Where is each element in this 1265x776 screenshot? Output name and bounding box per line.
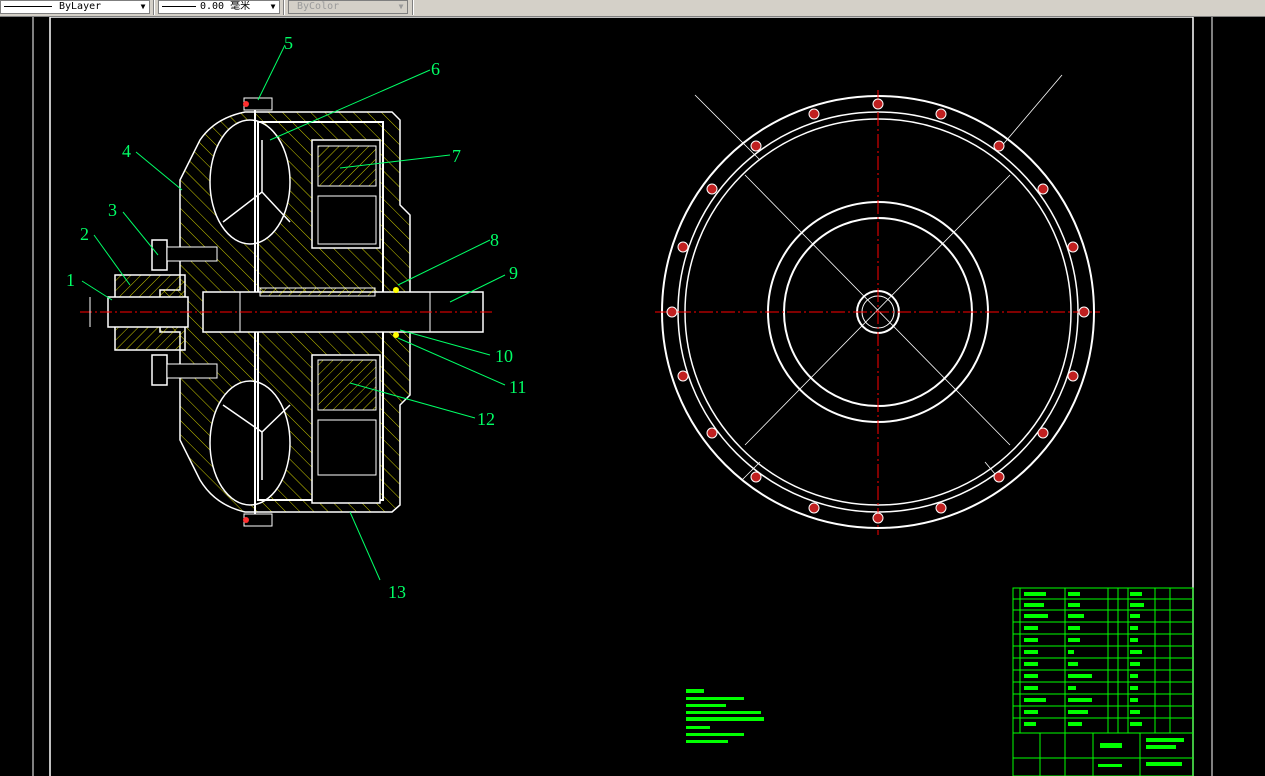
callout-10: 10: [495, 346, 513, 366]
callout-1: 1: [66, 270, 75, 290]
chevron-down-icon: ▼: [140, 2, 146, 11]
toolbar-separator: [283, 0, 285, 15]
callout-13: 13: [388, 582, 406, 602]
callout-6: 6: [431, 59, 440, 79]
callout-9: 9: [509, 263, 518, 283]
bolt-lower: [151, 354, 168, 386]
plotstyle-dropdown: ByColor ▼: [288, 0, 408, 14]
toolbar-separator: [153, 0, 155, 15]
toolbar-separator: [412, 0, 414, 15]
chevron-down-icon: ▼: [270, 2, 276, 11]
front-view: [655, 74, 1100, 535]
callout-3: 3: [108, 200, 117, 220]
linetype-dropdown[interactable]: ByLayer ▼: [0, 0, 150, 14]
pump-cavity-upper: [209, 119, 291, 245]
lineweight-preview-icon: [162, 6, 196, 7]
bolt-upper: [151, 239, 168, 271]
parts-list-entries: [1024, 592, 1184, 767]
technical-notes: [686, 689, 764, 743]
properties-toolbar: ByLayer ▼ 0.00 毫米 ▼ ByColor ▼: [0, 0, 1265, 17]
drawing-canvas[interactable]: 1 2 3 4 5 6 7 8 9 10 11 12 13: [0, 17, 1265, 776]
lineweight-value: 0.00 毫米: [200, 1, 251, 12]
chevron-down-icon: ▼: [398, 2, 404, 11]
plotstyle-value: ByColor: [297, 1, 340, 12]
callout-5: 5: [284, 33, 293, 53]
pump-cavity-lower: [209, 380, 291, 506]
callout-8: 8: [490, 230, 499, 250]
callout-4: 4: [122, 141, 131, 161]
section-view: [80, 97, 495, 527]
linetype-preview-icon: [4, 6, 52, 7]
lineweight-dropdown[interactable]: 0.00 毫米 ▼: [158, 0, 280, 14]
callout-7: 7: [452, 146, 461, 166]
linetype-value: ByLayer: [59, 1, 102, 12]
callout-12: 12: [477, 409, 495, 429]
cad-drawing: 1 2 3 4 5 6 7 8 9 10 11 12 13: [32, 17, 1213, 776]
callout-2: 2: [80, 224, 89, 244]
callout-11: 11: [509, 377, 526, 397]
